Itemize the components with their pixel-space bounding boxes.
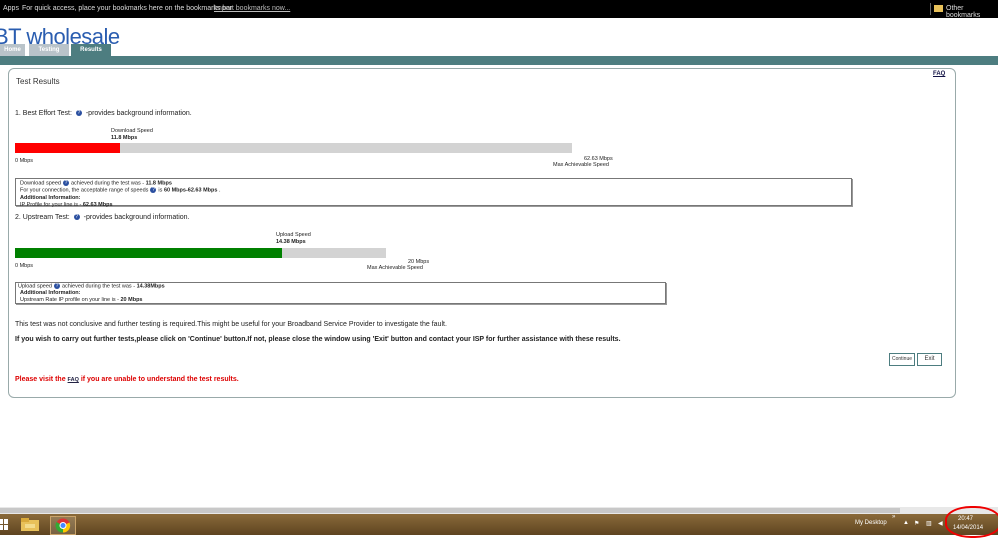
upload-bar-fill [15,248,282,258]
upload-info-box: Upload speed? achieved during the test wa… [15,282,666,304]
bookmarks-bar: Apps For quick access, place your bookma… [0,0,998,19]
faq-notice: Please visit the FAQ if you are unable t… [15,376,239,383]
import-bookmarks-link[interactable]: Import bookmarks now... [214,5,290,12]
upstream-profile-value: 20 Mbps [120,297,143,304]
bookmarks-divider [930,3,931,15]
best-effort-info-text: -provides background information. [85,110,192,117]
faq-link[interactable]: FAQ [933,71,945,77]
best-effort-heading-row: 1. Best Effort Test: ? -provides backgro… [15,110,192,117]
instruction-text: If you wish to carry out further tests,p… [15,336,621,343]
download-achieved-value: 11.8 Mbps [145,180,172,187]
additional-info-heading: Additional Information: [20,194,81,201]
upload-min-label: 0 Mbps [15,263,34,269]
ip-profile-text: IP Profile for your line is - [20,201,82,208]
upstream-profile-text: Upstream Rate IP profile on your line is… [20,297,119,304]
best-effort-heading: 1. Best Effort Test: [15,110,72,117]
upstream-heading: 2. Upstream Test: [15,214,70,221]
continue-button[interactable]: Continue [889,353,915,366]
file-explorer-icon[interactable] [18,516,42,533]
upload-speed-value: 14.38 Mbps [276,239,306,245]
tab-home[interactable]: Home [0,44,25,56]
inconclusive-note: This test was not conclusive and further… [15,321,447,328]
upstream-info-text: -provides background information. [83,214,190,221]
acceptable-range-is: is [158,187,163,194]
download-achieved-text: achieved during the test was - [70,180,145,187]
info-icon[interactable]: ? [73,214,80,221]
download-info-box: Download speed? achieved during the test … [15,178,852,208]
info-icon[interactable]: ? [75,110,82,117]
scrollbar-thumb[interactable] [0,508,900,513]
apps-link[interactable]: Apps [3,5,19,12]
info-icon[interactable]: ? [53,283,60,289]
upstream-heading-row: 2. Upstream Test: ? -provides background… [15,214,189,221]
upload-achieved-text: achieved during the test was - [61,283,136,290]
other-bookmarks-link[interactable]: Other bookmarks [946,5,998,19]
download-caption: Download Speed [111,128,153,134]
upload-max-label: Max Achievable Speed [367,265,423,271]
ip-profile-value: 62.63 Mbps [82,201,113,208]
faq-notice-link[interactable]: FAQ [68,377,79,383]
windows-start-icon[interactable] [0,517,8,532]
volume-icon[interactable]: ◀ [938,520,943,527]
upload-bar-track [15,248,386,258]
upload-speed-text: Upload speed [18,283,52,290]
clock-highlight-circle [945,506,998,538]
folder-icon [934,5,943,12]
upload-additional-info-heading: Additional Information: [20,290,81,297]
download-max-label: Max Achievable Speed [553,162,609,168]
taskbar [0,514,998,535]
tab-testing[interactable]: Testing [29,44,69,56]
show-hidden-icons-icon[interactable]: ▲ [903,520,909,526]
info-icon[interactable]: ? [150,187,157,194]
flag-icon[interactable]: ⚑ [914,520,919,527]
acceptable-range-period: . [218,187,221,194]
page-title: Test Results [16,77,60,86]
bookmarks-hint: For quick access, place your bookmarks h… [22,5,235,12]
download-bar-track [15,143,572,153]
exit-button[interactable]: Exit [917,353,942,366]
faq-notice-suffix: if you are unable to understand the test… [80,376,239,383]
faq-notice-prefix: Please visit the [15,376,66,383]
tab-results[interactable]: Results [71,44,111,56]
upload-caption: Upload Speed [276,232,311,238]
toolbar-chevron-icon[interactable]: » [892,514,895,520]
acceptable-range-value: 60 Mbps-62.63 Mbps [163,187,218,194]
network-icon[interactable]: ▥ [926,520,932,527]
download-speed-text: Download speed [20,180,61,187]
desktop-toolbar-label[interactable]: My Desktop [855,520,887,526]
header-bar [0,56,998,65]
acceptable-range-text: For your connection, the acceptable rang… [20,187,149,194]
info-icon[interactable]: ? [62,180,69,186]
upload-achieved-value: 14.38Mbps [136,283,165,290]
chrome-icon[interactable] [50,516,76,535]
download-speed-value: 11.8 Mbps [111,135,138,141]
results-panel [8,68,956,398]
download-min-label: 0 Mbps [15,158,34,164]
download-bar-fill [15,143,120,153]
